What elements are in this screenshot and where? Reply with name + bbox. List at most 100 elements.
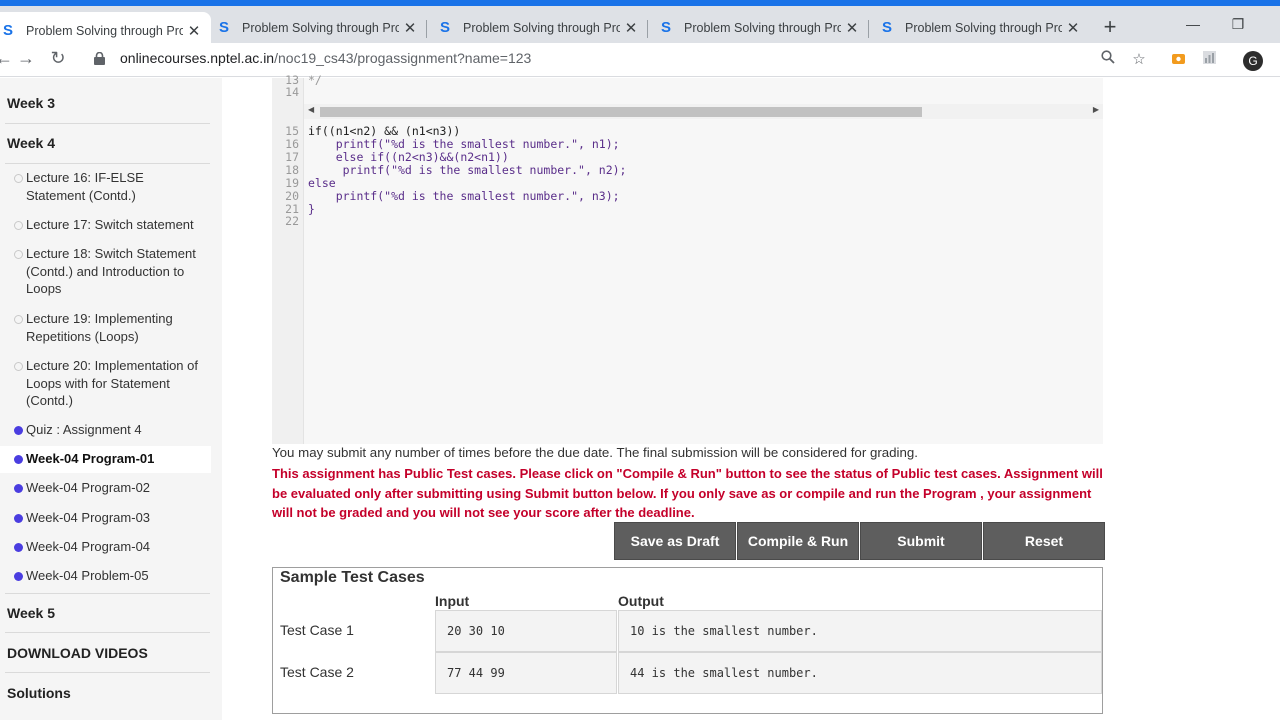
profile-avatar[interactable]: G [1243,51,1263,71]
nptel-s-icon: S [439,19,450,36]
sidebar-week-3[interactable]: Week 3 [0,95,55,111]
public-testcase-warning: This assignment has Public Test cases. P… [272,466,1103,521]
sidebar-item-program-04[interactable]: Week-04 Program-04 [26,538,206,556]
sidebar-item-quiz-assignment-4[interactable]: Quiz : Assignment 4 [26,421,206,439]
test-case-output: 10 is the smallest number. [618,610,1102,652]
code-line: else if((n2<n3)&&(n2<n1)) [308,150,509,164]
code-line: printf("%d is the smallest number.", n3)… [308,189,620,203]
restore-window-icon[interactable]: ❐ [1215,16,1261,33]
unvisited-dot-icon [14,362,23,371]
line-number: 19 [285,176,299,190]
sidebar-item-lecture-19[interactable]: Lecture 19: Implementing Repetitions (Lo… [26,310,206,345]
test-case-label: Test Case 1 [280,622,354,638]
test-case-input: 77 44 99 [435,652,617,694]
assignment-dot-icon [14,484,23,493]
sidebar-item-lecture-20[interactable]: Lecture 20: Implementation of Loops with… [26,357,206,410]
sidebar-item-program-03[interactable]: Week-04 Program-03 [26,509,206,527]
assignment-dot-icon [14,543,23,552]
bookmark-star-icon[interactable]: ☆ [1129,50,1149,68]
nptel-s-icon: S [2,22,13,39]
sidebar-item-lecture-18[interactable]: Lecture 18: Switch Statement (Contd.) an… [26,245,206,298]
address-bar[interactable]: onlinecourses.nptel.ac.in/noc19_cs43/pro… [92,50,531,66]
sample-test-cases-panel: Sample Test Cases Input Output Test Case… [272,567,1103,714]
line-number: 14 [285,85,299,99]
line-number: 17 [285,150,299,164]
url-path: /noc19_cs43/progassignment?name=123 [274,50,532,66]
compile-run-button[interactable]: Compile & Run [737,522,859,560]
zoom-icon[interactable] [1098,50,1118,68]
close-icon[interactable]: ✕ [620,19,642,37]
reload-icon[interactable]: ↻ [46,48,70,69]
sidebar-item-lecture-17[interactable]: Lecture 17: Switch statement [26,216,206,234]
tab-title: Problem Solving through Prog [905,20,1062,35]
sidebar-download-videos[interactable]: DOWNLOAD VIDEOS [0,645,148,661]
unvisited-dot-icon [14,250,23,259]
sidebar-solutions[interactable]: Solutions [0,685,71,701]
line-number: 22 [285,214,299,228]
tab-title: Problem Solving through Prog [26,23,183,38]
code-line: else [308,176,336,190]
browser-tab[interactable]: S Problem Solving through Prog ✕ [648,12,869,43]
sidebar-item-problem-05[interactable]: Week-04 Problem-05 [26,567,206,585]
close-icon[interactable]: ✕ [1062,19,1084,37]
submit-button[interactable]: Submit [860,522,982,560]
divider [5,672,210,673]
close-icon[interactable]: ✕ [183,22,205,40]
line-number: 20 [285,189,299,203]
code-line: */ [308,73,322,87]
code-line: printf("%d is the smallest number.", n1)… [308,137,620,151]
divider [5,632,210,633]
sidebar-week-5[interactable]: Week 5 [0,605,55,621]
horizontal-scrollbar[interactable]: ◀ ▶ [304,104,1103,119]
scroll-left-arrow-icon[interactable]: ◀ [308,105,314,114]
line-number: 15 [285,124,299,138]
browser-tab[interactable]: S Problem Solving through Prog ✕ [869,12,1090,43]
extension-chart-icon[interactable] [1199,50,1219,69]
divider [5,123,210,124]
assignment-dot-icon [14,426,23,435]
browser-toolbar: ← → ↻ onlinecourses.nptel.ac.in/noc19_cs… [0,43,1280,77]
tab-title: Problem Solving through Prog [684,20,841,35]
line-number: 18 [285,163,299,177]
code-line: if((n1<n2) && (n1<n3)) [308,124,461,138]
test-case-input: 20 30 10 [435,610,617,652]
minimize-icon[interactable]: — [1170,16,1216,32]
browser-tab[interactable]: S Problem Solving through Prog ✕ [206,12,427,43]
tab-strip: S Problem Solving through Prog ✕ S Probl… [0,0,1280,49]
tab-title: Problem Solving through Prog [463,20,620,35]
scrollbar-thumb[interactable] [320,107,922,117]
sidebar-week-4[interactable]: Week 4 [0,135,55,151]
divider [5,593,210,594]
close-icon[interactable]: ✕ [841,19,863,37]
main-content: 13 14 */ ◀ ▶ 15 16 17 18 19 20 21 22 if(… [222,74,1280,720]
code-line: } [308,202,315,216]
nptel-s-icon: S [660,19,671,36]
sidebar-item-program-02[interactable]: Week-04 Program-02 [26,479,206,497]
course-sidebar: Week 3 Week 4 Lecture 16: IF-ELSE Statem… [0,78,222,720]
extension-bag-icon[interactable] [1168,50,1188,69]
tab-title: Problem Solving through Prog [242,20,399,35]
divider [5,163,210,164]
sidebar-item-lecture-16[interactable]: Lecture 16: IF-ELSE Statement (Contd.) [26,169,206,204]
close-icon[interactable]: ✕ [399,19,421,37]
output-column-header: Output [618,593,664,609]
assignment-dot-icon [14,514,23,523]
nptel-s-icon: S [881,19,892,36]
url-host: onlinecourses.nptel.ac.in [120,50,275,66]
reset-button[interactable]: Reset [983,522,1105,560]
assignment-dot-icon [14,455,23,464]
scroll-right-arrow-icon[interactable]: ▶ [1093,105,1099,114]
submission-note: You may submit any number of times befor… [272,445,918,460]
test-case-label: Test Case 2 [280,664,354,680]
new-tab-plus-icon[interactable]: + [1099,14,1121,40]
lock-icon [92,51,106,65]
forward-arrow-icon[interactable]: → [14,48,38,69]
save-as-draft-button[interactable]: Save as Draft [614,522,736,560]
browser-tab[interactable]: S Problem Solving through Prog ✕ [427,12,648,43]
unvisited-dot-icon [14,174,23,183]
line-number: 16 [285,137,299,151]
unvisited-dot-icon [14,315,23,324]
test-cases-title: Sample Test Cases [280,569,425,586]
sidebar-item-program-01[interactable]: Week-04 Program-01 [26,450,206,468]
code-editor[interactable]: 13 14 */ ◀ ▶ 15 16 17 18 19 20 21 22 if(… [272,74,1103,444]
